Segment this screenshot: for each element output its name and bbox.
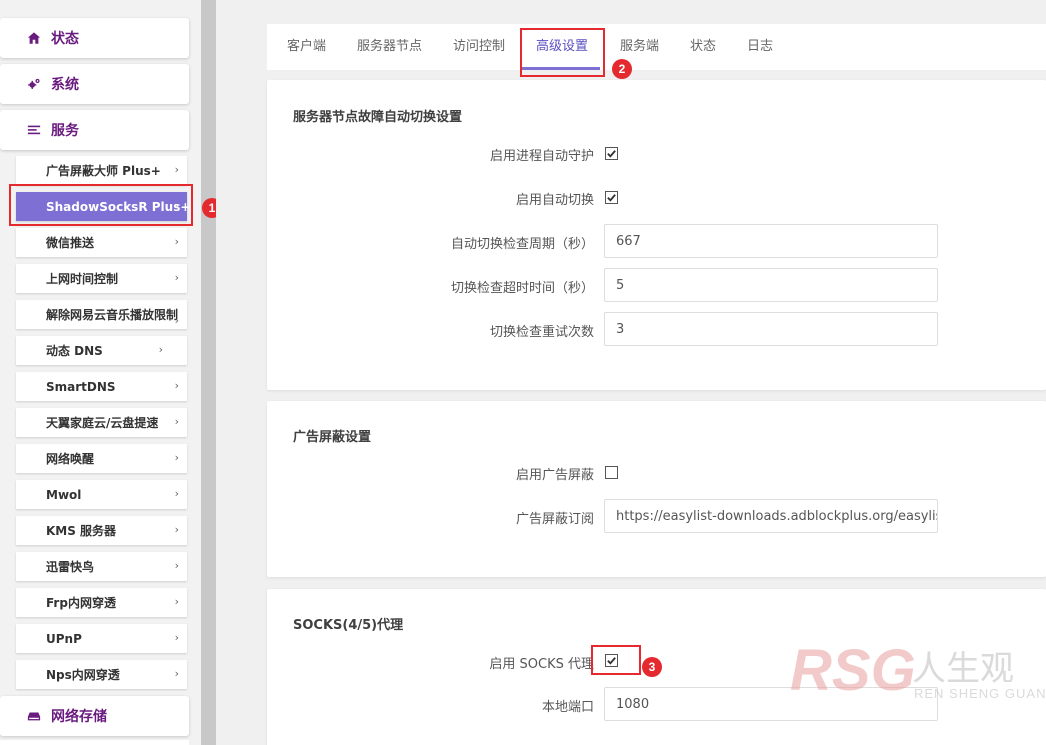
socks-section-title: SOCKS(4/5)代理 — [293, 618, 404, 633]
tab-status[interactable]: 状态 — [690, 24, 716, 70]
sidebar-item-shadowsocksr-plus[interactable]: ShadowSocksR Plus+ › — [16, 192, 191, 221]
main-content: 客户端 服务器节点 访问控制 高级设置 服务端 状态 日志 2 服务器节点故障自… — [216, 0, 1046, 745]
sidebar-item-label: Frp内网穿透 — [46, 596, 116, 610]
tab-access-control[interactable]: 访问控制 — [453, 24, 505, 70]
adblock-section-title: 广告屏蔽设置 — [293, 430, 372, 445]
menu-network-storage[interactable]: 网络存储 — [0, 696, 189, 736]
enable-adblock-checkbox[interactable] — [605, 466, 618, 479]
tab-client[interactable]: 客户端 — [287, 24, 326, 70]
enable-socks-label: 启用 SOCKS 代理 — [489, 657, 594, 672]
sidebar-item-label: ShadowSocksR Plus+ — [46, 199, 191, 214]
menu-network-storage-label: 网络存储 — [51, 709, 107, 725]
sidebar-item-wol[interactable]: 网络唤醒 › — [16, 444, 187, 473]
local-port-input[interactable]: 1080 — [604, 687, 938, 721]
sidebar: 状态 系统 服务 广告屏蔽大师 Plus+ › ShadowSocksR Plus… — [0, 0, 216, 745]
enable-switch-checkbox[interactable] — [605, 191, 618, 204]
sidebar-item-label: 上网时间控制 — [46, 272, 119, 286]
sidebar-item-label: Mwol — [46, 487, 82, 502]
home-icon — [26, 30, 42, 46]
list-icon — [26, 122, 42, 138]
sidebar-item-label: 网络唤醒 — [46, 452, 95, 466]
sidebar-item-label: SmartDNS — [46, 379, 116, 394]
chevron-right-icon: › — [158, 343, 163, 356]
sidebar-item-label: KMS 服务器 — [46, 524, 117, 538]
chevron-right-icon: › — [174, 523, 179, 536]
adblock-settings-card: 广告屏蔽设置 启用广告屏蔽 广告屏蔽订阅 https://easylist-do… — [267, 401, 1046, 577]
failover-section-title: 服务器节点故障自动切换设置 — [293, 110, 463, 125]
timeout-input[interactable]: 5 — [604, 268, 938, 302]
chevron-right-icon: › — [174, 379, 179, 392]
menu-status[interactable]: 状态 — [0, 18, 189, 58]
sidebar-item-adblock-plus[interactable]: 广告屏蔽大师 Plus+ › — [16, 156, 187, 185]
adblock-subscription-label: 广告屏蔽订阅 — [515, 512, 594, 527]
annotation-badge-2: 2 — [612, 59, 632, 79]
chevron-right-icon: › — [174, 559, 179, 572]
enable-daemon-checkbox[interactable] — [605, 147, 618, 160]
checkmark-icon — [607, 657, 616, 665]
enable-daemon-label: 启用进程自动守护 — [489, 149, 594, 164]
sidebar-item-xunlei[interactable]: 迅雷快鸟 › — [16, 552, 187, 581]
enable-adblock-label: 启用广告屏蔽 — [515, 468, 594, 483]
retry-label: 切换检查重试次数 — [489, 325, 594, 340]
sidebar-item-kms[interactable]: KMS 服务器 › — [16, 516, 187, 545]
chevron-right-icon: › — [174, 271, 179, 284]
sidebar-item-label: 动态 DNS — [46, 344, 103, 358]
menu-system[interactable]: 系统 — [0, 64, 189, 104]
failover-settings-card: 服务器节点故障自动切换设置 启用进程自动守护 启用自动切换 自动切换检查周期（秒… — [267, 80, 1046, 390]
sidebar-item-label: 微信推送 — [46, 236, 95, 250]
timeout-label: 切换检查超时时间（秒） — [450, 281, 594, 296]
menu-services[interactable]: 服务 — [0, 110, 189, 150]
sidebar-item-label: Nps内网穿透 — [46, 668, 120, 682]
tab-logs[interactable]: 日志 — [747, 24, 773, 70]
tab-server-nodes[interactable]: 服务器节点 — [357, 24, 422, 70]
enable-switch-label: 启用自动切换 — [515, 193, 594, 208]
menu-services-label: 服务 — [51, 123, 79, 139]
check-period-label: 自动切换检查周期（秒） — [450, 237, 594, 252]
storage-icon — [26, 708, 42, 724]
sidebar-item-time-control[interactable]: 上网时间控制 › — [16, 264, 187, 293]
sidebar-item-label: UPnP — [46, 631, 82, 646]
sidebar-item-smartdns[interactable]: SmartDNS › — [16, 372, 187, 401]
menu-system-label: 系统 — [51, 77, 79, 93]
sidebar-item-wechat-push[interactable]: 微信推送 › — [16, 228, 187, 257]
menu-status-label: 状态 — [51, 31, 79, 47]
tab-advanced-settings[interactable]: 高级设置 — [536, 24, 588, 70]
sidebar-item-ddns[interactable]: 动态 DNS › — [16, 336, 187, 365]
menu-next-item — [0, 740, 189, 745]
chevron-right-icon: › — [174, 487, 179, 500]
sidebar-item-upnp[interactable]: UPnP › — [16, 624, 187, 653]
sidebar-item-frp[interactable]: Frp内网穿透 › — [16, 588, 187, 617]
sidebar-item-mwol[interactable]: Mwol › — [16, 480, 187, 509]
gears-icon — [26, 76, 42, 92]
chevron-right-icon: › — [174, 415, 179, 428]
chevron-right-icon: › — [174, 451, 179, 464]
chevron-right-icon: › — [174, 199, 179, 212]
chevron-right-icon: › — [174, 631, 179, 644]
check-period-input[interactable]: 667 — [604, 224, 938, 258]
chevron-right-icon: › — [174, 595, 179, 608]
checkmark-icon — [607, 194, 616, 202]
sidebar-item-label: 解除网易云音乐播放限制 — [46, 308, 179, 322]
annotation-badge-3: 3 — [642, 657, 662, 677]
chevron-right-icon: › — [174, 667, 179, 680]
retry-input[interactable]: 3 — [604, 312, 938, 346]
chevron-right-icon: › — [174, 235, 179, 248]
checkmark-icon — [607, 150, 616, 158]
sidebar-item-label: 广告屏蔽大师 Plus+ — [46, 164, 161, 178]
local-port-label: 本地端口 — [541, 700, 594, 715]
tab-bar: 客户端 服务器节点 访问控制 高级设置 服务端 状态 日志 — [267, 24, 1046, 70]
chevron-right-icon: › — [174, 314, 179, 327]
sidebar-item-label: 天翼家庭云/云盘提速 — [46, 416, 159, 430]
enable-socks-checkbox[interactable] — [605, 654, 618, 667]
sidebar-item-nps[interactable]: Nps内网穿透 › — [16, 660, 187, 689]
sidebar-item-netease-unblock[interactable]: 解除网易云音乐播放限制 › — [16, 300, 187, 329]
adblock-subscription-input[interactable]: https://easylist-downloads.adblockplus.o… — [604, 499, 938, 533]
chevron-right-icon: › — [174, 163, 179, 176]
sidebar-item-tianyi-cloud[interactable]: 天翼家庭云/云盘提速 › — [16, 408, 187, 437]
sidebar-item-label: 迅雷快鸟 — [46, 560, 95, 574]
active-tab-indicator — [522, 67, 600, 70]
sidebar-scrollbar[interactable] — [201, 0, 216, 745]
